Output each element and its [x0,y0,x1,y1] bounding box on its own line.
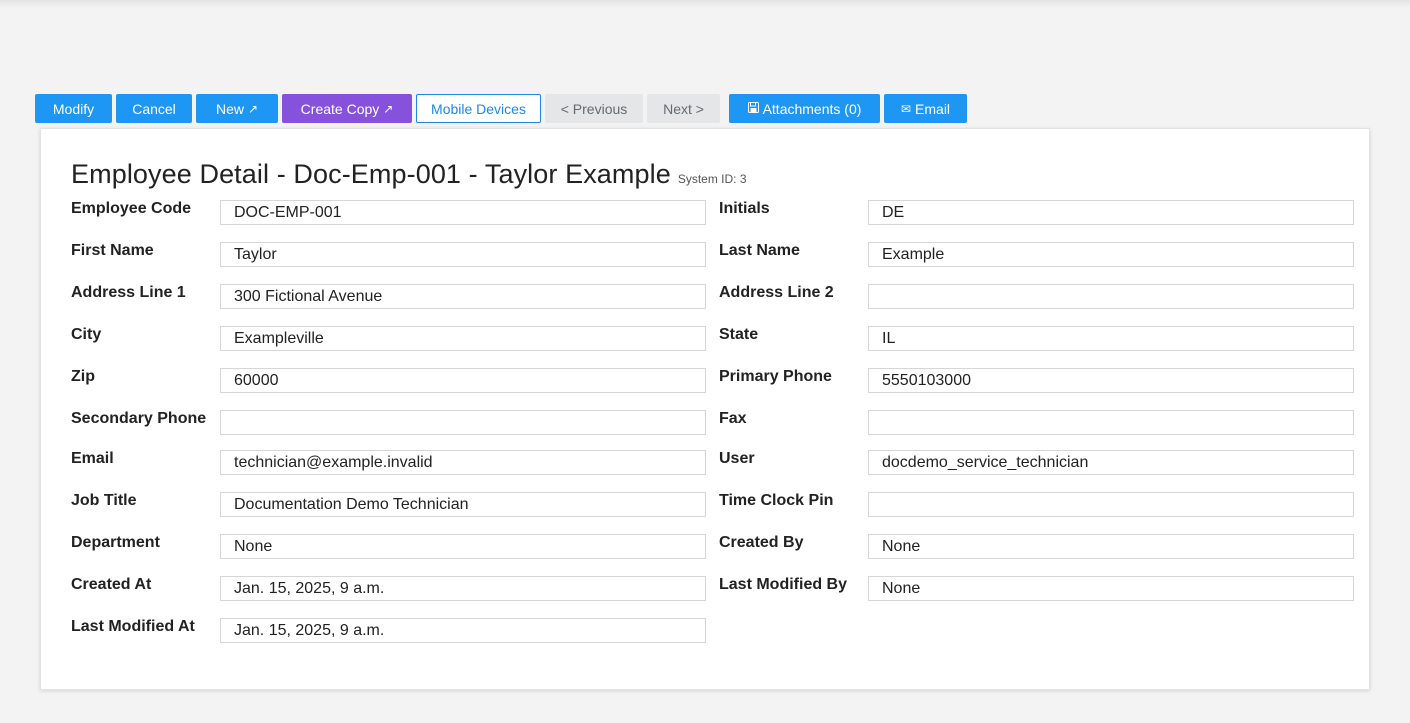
field-label: Created At [71,576,152,593]
primary-phone-value: 5550103000 [868,368,1354,393]
field-label: Job Title [71,492,137,509]
field-label: Secondary Phone [71,410,207,427]
next-button[interactable]: Next > [647,94,720,123]
floppy-disk-icon [747,101,759,116]
previous-label: < Previous [560,100,628,117]
action-toolbar: Modify Cancel New ↗︎ Create Copy ↗︎ Mobile… [35,94,967,123]
mobile-devices-button[interactable]: Mobile Devices [416,94,541,123]
new-button[interactable]: New ↗︎ [196,94,278,123]
department-value: None [220,534,706,559]
last-modified-at-value: Jan. 15, 2025, 9 a.m. [220,618,706,643]
zip-value: 60000 [220,368,706,393]
external-link-icon: ↗︎ [247,101,259,116]
attachments-label: Attachments (0) [762,100,862,117]
field-label: User [719,450,755,467]
top-bar-shadow [0,0,1410,8]
address-line-2-value [868,284,1354,309]
cancel-button[interactable]: Cancel [116,94,192,123]
last-name-value: Example [868,242,1354,267]
create-copy-button[interactable]: Create Copy ↗︎ [282,94,412,123]
field-label: Fax [719,410,747,427]
field-label: Zip [71,368,95,385]
title-row: Employee Detail - Doc-Emp-001 - Taylor E… [71,159,747,190]
address-line-1-value: 300 Fictional Avenue [220,284,706,309]
field-label: Created By [719,534,804,551]
created-by-value: None [868,534,1354,559]
new-label: New [215,100,244,117]
field-label: Email [71,450,114,467]
cancel-label: Cancel [132,100,176,117]
field-label: Initials [719,200,770,217]
employee-detail-card: Employee Detail - Doc-Emp-001 - Taylor E… [40,128,1370,690]
field-label: Last Modified By [719,576,848,593]
modify-button[interactable]: Modify [35,94,112,123]
job-title-value: Documentation Demo Technician [220,492,706,517]
field-label: Last Name [719,242,800,259]
system-id: System ID: 3 [677,172,747,186]
email-button[interactable]: ✉︎ Email [884,94,967,123]
city-value: Exampleville [220,326,706,351]
fax-value [868,410,1354,435]
field-label: Last Modified At [71,618,195,635]
field-label: State [719,326,759,343]
employee-code-value: DOC-EMP-001 [220,200,706,225]
external-link-icon: ↗︎ [383,101,394,116]
envelope-icon: ✉︎ [900,101,912,116]
time-clock-pin-value [868,492,1354,517]
field-label: Employee Code [71,200,192,217]
field-label: Time Clock Pin [719,492,834,509]
modify-label: Modify [52,100,95,117]
state-value: IL [868,326,1354,351]
first-name-value: Taylor [220,242,706,267]
field-label: Address Line 1 [71,284,186,301]
initials-value: DE [868,200,1354,225]
secondary-phone-value [220,410,706,435]
mobile-devices-label: Mobile Devices [431,100,526,117]
field-label: First Name [71,242,154,259]
user-value: docdemo_service_technician [868,450,1354,475]
last-modified-by-value: None [868,576,1354,601]
previous-button[interactable]: < Previous [545,94,643,123]
next-label: Next > [663,100,704,117]
field-label: Department [71,534,160,551]
create-copy-label: Create Copy [300,100,380,117]
field-label: Address Line 2 [719,284,834,301]
field-label: City [71,326,102,343]
page-title: Employee Detail - Doc-Emp-001 - Taylor E… [71,159,671,189]
email-label: Email [915,100,951,117]
email-value: technician@example.invalid [220,450,706,475]
attachments-button[interactable]: Attachments (0) [729,94,880,123]
field-label: Primary Phone [719,368,832,385]
created-at-value: Jan. 15, 2025, 9 a.m. [220,576,706,601]
